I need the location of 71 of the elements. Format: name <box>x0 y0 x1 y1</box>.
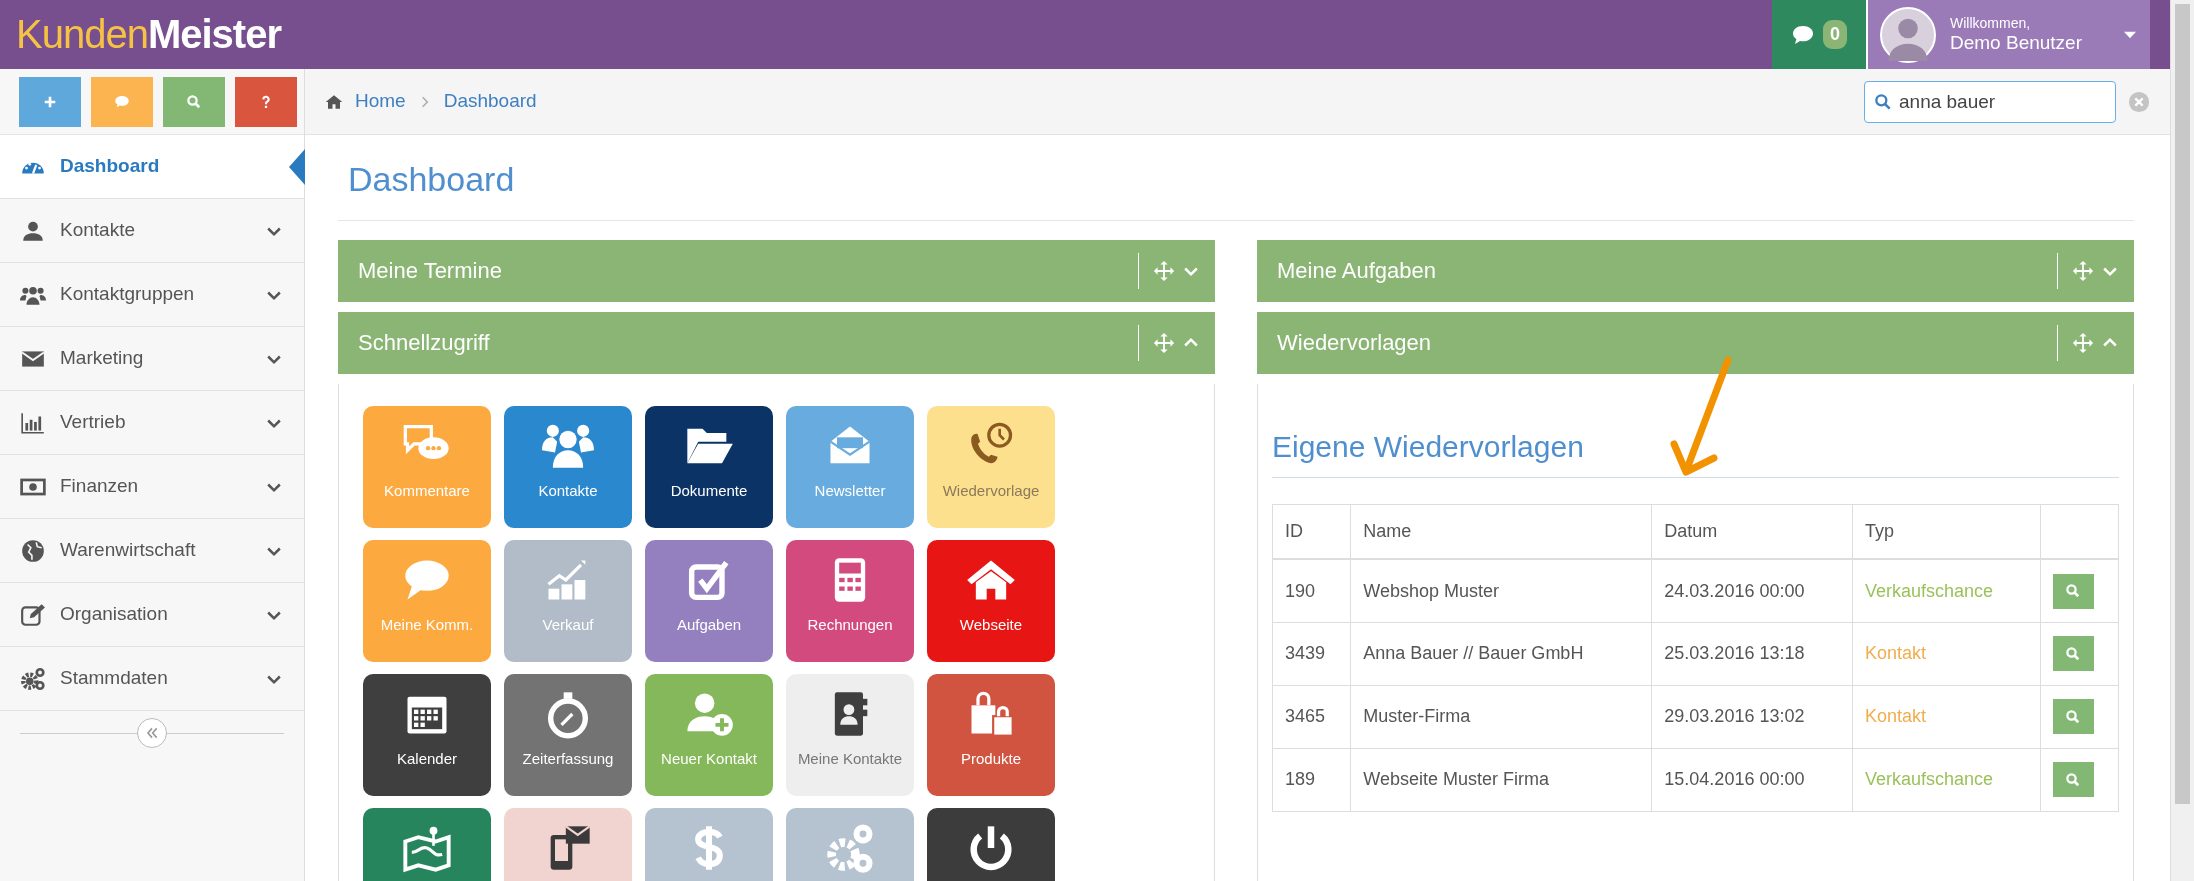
panel-title: Meine Aufgaben <box>1277 257 1438 286</box>
gears-icon <box>20 665 46 692</box>
breadcrumb-link[interactable]: Home <box>355 87 406 116</box>
move-icon[interactable] <box>2072 259 2094 282</box>
section-title: Eigene Wiedervorlagen <box>1272 423 2119 478</box>
double-chevron-left-icon <box>144 725 160 741</box>
shortcut-tile[interactable]: Webseite <box>927 539 1055 662</box>
type-label: Verkaufschance <box>1852 748 2041 812</box>
type-label: Kontakt <box>1852 685 2041 749</box>
move-icon[interactable] <box>2072 331 2094 354</box>
messages-button[interactable]: 0 <box>1772 0 1866 69</box>
shortcut-tile[interactable]: Rechnungen <box>786 539 914 662</box>
shortcut-tile[interactable]: Meine Kontakte <box>786 673 914 796</box>
message-count-badge: 0 <box>1823 20 1847 49</box>
table-cell: 15.04.2016 00:00 <box>1651 748 1853 812</box>
edit-icon <box>20 601 46 628</box>
table-cell: 189 <box>1272 748 1351 812</box>
table-cell: Webseite Muster Firma <box>1350 748 1652 812</box>
table-cell: Anna Bauer // Bauer GmbH <box>1350 622 1652 686</box>
table-cell: 3439 <box>1272 622 1351 686</box>
shortcut-tile[interactable]: Neuer Kontakt <box>645 673 773 796</box>
panel-title: Wiedervorlagen <box>1277 329 1433 358</box>
shortcut-tile[interactable]: Dokumente <box>645 405 773 528</box>
shortcut-tile[interactable]: Aufgaben <box>645 539 773 662</box>
user-menu[interactable]: Willkommen, Demo Benutzer <box>1866 0 2150 69</box>
search-button[interactable] <box>163 76 225 127</box>
view-button[interactable] <box>2052 762 2094 798</box>
sidebar-item[interactable]: Dashboard <box>0 135 304 199</box>
column-header: ID <box>1272 504 1351 560</box>
shortcut-tile[interactable]: Kontakte <box>504 405 632 528</box>
shortcut-tile[interactable]: Produkte <box>927 673 1055 796</box>
view-button[interactable] <box>2052 573 2094 609</box>
shortcut-tile[interactable]: Newsletter <box>786 405 914 528</box>
table-cell: 3465 <box>1272 685 1351 749</box>
globe-icon <box>20 537 46 564</box>
table-cell: 29.03.2016 13:02 <box>1651 685 1853 749</box>
clear-icon[interactable] <box>2128 90 2150 113</box>
page-title: Dashboard <box>338 135 2134 221</box>
search-field[interactable]: anna bauer <box>1864 80 2116 123</box>
table-cell: 190 <box>1272 559 1351 623</box>
table-cell: Muster-Firma <box>1350 685 1652 749</box>
panel-title: Schnellzugriff <box>358 329 491 358</box>
view-button[interactable] <box>2052 699 2094 735</box>
type-label: Kontakt <box>1852 622 2041 686</box>
greeting-text: Willkommen, <box>1950 14 2032 32</box>
move-icon[interactable] <box>1153 259 1175 282</box>
column-header: Datum <box>1651 504 1853 560</box>
logo: KundenMeister <box>15 11 281 58</box>
table-cell: Webshop Muster <box>1350 559 1652 623</box>
move-icon[interactable] <box>1153 331 1175 354</box>
scrollbar-thumb[interactable] <box>2175 4 2190 804</box>
comment-button[interactable] <box>91 76 153 127</box>
column-header: Typ <box>1852 504 2041 560</box>
help-button[interactable] <box>235 76 297 127</box>
type-label: Verkaufschance <box>1852 559 2041 623</box>
add-button[interactable] <box>19 76 81 127</box>
shortcut-tile[interactable]: Wiedervorlage <box>927 405 1055 528</box>
user-name: Demo Benutzer <box>1950 31 2083 55</box>
table-cell: 24.03.2016 00:00 <box>1651 559 1853 623</box>
active-pointer <box>289 149 305 185</box>
table-cell: 25.03.2016 13:18 <box>1651 622 1853 686</box>
breadcrumb-link[interactable]: Dashboard <box>443 87 537 116</box>
view-button[interactable] <box>2052 636 2094 672</box>
panel-title: Meine Termine <box>358 257 503 286</box>
shortcut-tile[interactable]: Kalender <box>363 673 491 796</box>
shortcut-tile[interactable]: Zeiterfassung <box>504 673 632 796</box>
avatar <box>1880 6 1936 63</box>
search-icon <box>185 92 203 111</box>
scrollbar[interactable] <box>2170 0 2194 881</box>
column-header: Name <box>1350 504 1652 560</box>
collapse-sidebar-button[interactable] <box>137 718 167 748</box>
